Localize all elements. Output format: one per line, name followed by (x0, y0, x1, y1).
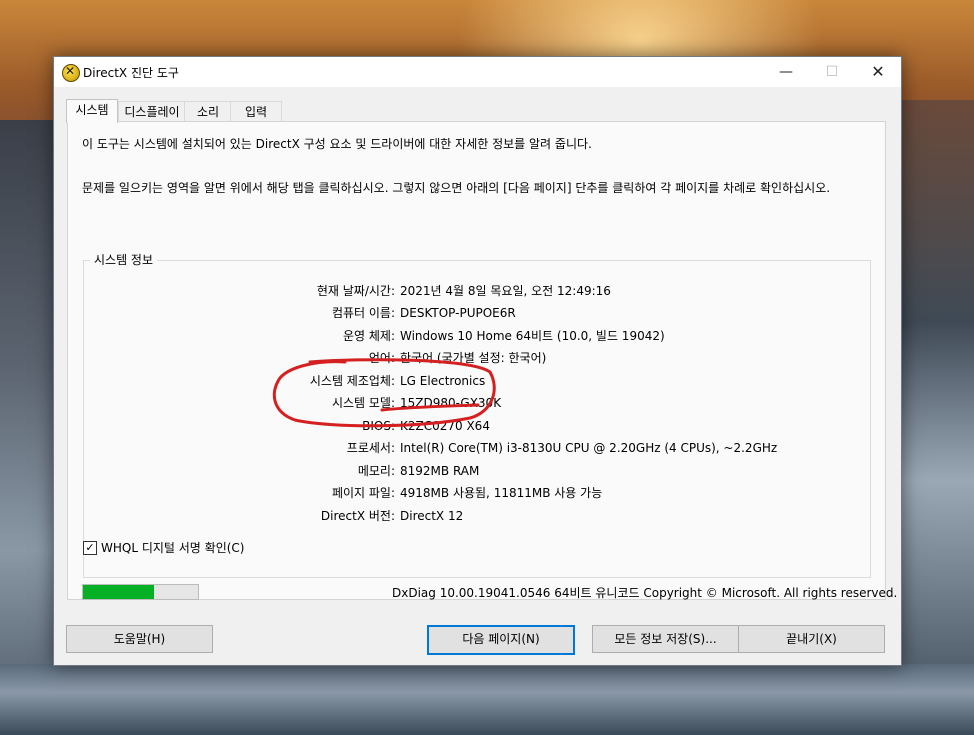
system-info-group: 현재 날짜/시간: 2021년 4월 8일 목요일, 오전 12:49:16 컴… (83, 260, 871, 578)
info-value: 한국어 (국가별 설정: 한국어) (400, 351, 547, 365)
info-label: 현재 날짜/시간: (316, 284, 395, 298)
title-bar[interactable]: DirectX 진단 도구 — ☐ ✕ (54, 57, 901, 87)
info-row-computer-name: 컴퓨터 이름: DESKTOP-PUPOE6R (84, 303, 870, 323)
info-value: Intel(R) Core(TM) i3-8130U CPU @ 2.20GHz… (400, 441, 778, 455)
info-label: 메모리: (357, 464, 395, 478)
info-label: 언어: (368, 351, 395, 365)
progress-fill (83, 585, 155, 599)
info-value: 2021년 4월 8일 목요일, 오전 12:49:16 (400, 284, 611, 298)
info-value: 4918MB 사용됨, 11811MB 사용 가능 (400, 486, 603, 500)
info-label: BIOS: (362, 419, 395, 433)
minimize-button[interactable]: — (763, 57, 809, 87)
info-value: LG Electronics (400, 374, 486, 388)
info-row-bios: BIOS: K2ZC0270 X64 (84, 416, 870, 436)
exit-button[interactable]: 끝내기(X) (738, 625, 885, 653)
directx-app-icon (62, 64, 80, 82)
info-value: 8192MB RAM (400, 464, 480, 478)
help-button[interactable]: 도움말(H) (66, 625, 213, 653)
info-row-directx-version: DirectX 버전: DirectX 12 (84, 506, 870, 526)
wallpaper-waves (0, 664, 974, 735)
version-copyright-text: DxDiag 10.00.19041.0546 64비트 유니코드 Copyri… (392, 586, 898, 600)
whql-checkbox[interactable]: ✓ (83, 541, 97, 555)
info-row-processor: 프로세서: Intel(R) Core(TM) i3-8130U CPU @ 2… (84, 438, 870, 458)
next-page-button[interactable]: 다음 페이지(N) (427, 625, 575, 655)
info-label: 운영 체제: (342, 329, 395, 343)
close-button[interactable]: ✕ (855, 57, 901, 87)
info-row-page-file: 페이지 파일: 4918MB 사용됨, 11811MB 사용 가능 (84, 483, 870, 503)
wallpaper-rock-left (0, 120, 60, 735)
info-row-language: 언어: 한국어 (국가별 설정: 한국어) (84, 348, 870, 368)
info-value: DESKTOP-PUPOE6R (400, 306, 516, 320)
system-info-group-title: 시스템 정보 (90, 251, 158, 268)
whql-checkbox-label[interactable]: WHQL 디지털 서명 확인(C) (101, 540, 245, 556)
info-label: 시스템 제조업체: (309, 374, 395, 388)
info-value: K2ZC0270 X64 (400, 419, 490, 433)
tab-display[interactable]: 디스플레이 (118, 101, 186, 122)
description-text: 이 도구는 시스템에 설치되어 있는 DirectX 구성 요소 및 드라이버에… (82, 137, 592, 151)
info-label: 컴퓨터 이름: (331, 306, 395, 320)
maximize-button[interactable]: ☐ (809, 57, 855, 87)
info-label: DirectX 버전: (320, 509, 395, 523)
tab-system[interactable]: 시스템 (66, 99, 118, 123)
dxdiag-window: DirectX 진단 도구 — ☐ ✕ 시스템 디스플레이 소리 입력 이 도구… (53, 56, 902, 666)
wallpaper-rock-right (900, 100, 974, 735)
system-tab-panel: 이 도구는 시스템에 설치되어 있는 DirectX 구성 요소 및 드라이버에… (67, 121, 886, 600)
info-value: DirectX 12 (400, 509, 464, 523)
info-row-datetime: 현재 날짜/시간: 2021년 4월 8일 목요일, 오전 12:49:16 (84, 281, 870, 301)
info-value: Windows 10 Home 64비트 (10.0, 빌드 19042) (400, 329, 665, 343)
tab-sound[interactable]: 소리 (184, 101, 232, 122)
tab-input[interactable]: 입력 (230, 101, 282, 122)
info-row-memory: 메모리: 8192MB RAM (84, 461, 870, 481)
info-value: 15ZD980-GX30K (400, 396, 502, 410)
info-label: 시스템 모델: (331, 396, 395, 410)
info-label: 페이지 파일: (331, 486, 395, 500)
window-title: DirectX 진단 도구 (83, 66, 179, 80)
info-label: 프로세서: (346, 441, 395, 455)
info-row-manufacturer: 시스템 제조업체: LG Electronics (84, 371, 870, 391)
info-row-model: 시스템 모델: 15ZD980-GX30K (84, 393, 870, 413)
info-row-os: 운영 체제: Windows 10 Home 64비트 (10.0, 빌드 19… (84, 326, 870, 346)
instruction-text: 문제를 일으키는 영역을 알면 위에서 해당 탭을 클릭하십시오. 그렇지 않으… (82, 181, 831, 195)
progress-bar (82, 584, 199, 600)
save-all-info-button[interactable]: 모든 정보 저장(S)... (592, 625, 739, 653)
